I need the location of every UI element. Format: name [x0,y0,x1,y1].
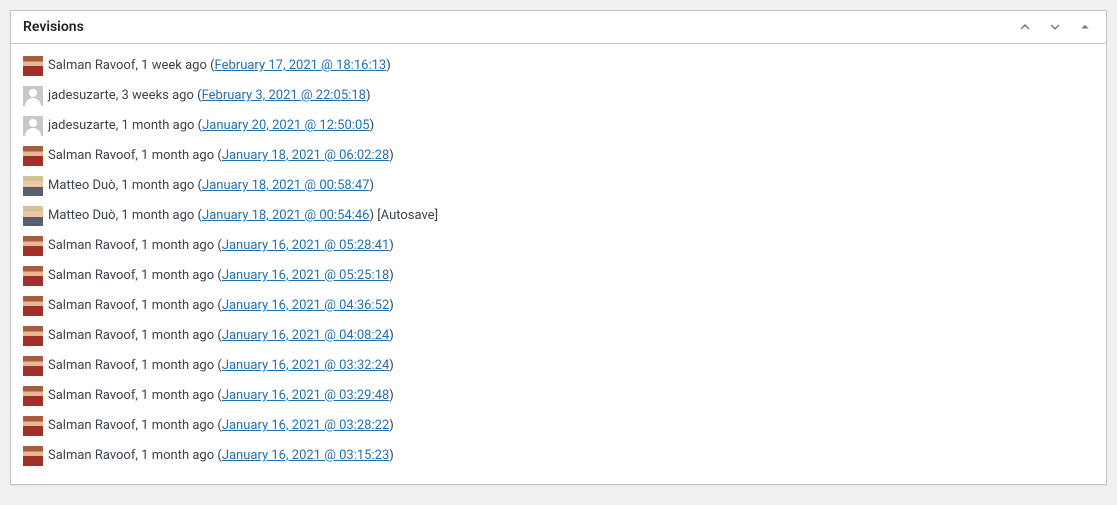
revision-relative-time: 1 month ago [141,358,214,373]
revision-link[interactable]: February 17, 2021 @ 18:16:13 [215,58,387,73]
revision-author: Salman Ravoof [48,358,135,373]
revision-item: jadesuzarte, 3 weeks ago (February 3, 20… [23,82,1094,112]
revision-relative-time: 1 month ago [141,238,214,253]
revision-text: Salman Ravoof, 1 month ago (January 16, … [48,446,394,466]
revision-relative-time: 1 month ago [121,118,194,133]
revision-author: Matteo Duò [48,208,116,223]
revision-author: Salman Ravoof [48,298,135,313]
revision-link[interactable]: January 16, 2021 @ 04:08:24 [222,328,389,343]
revision-text: Matteo Duò, 1 month ago (January 18, 202… [48,206,438,226]
move-down-button[interactable] [1040,14,1070,40]
panel-body: Salman Ravoof, 1 week ago (February 17, … [11,44,1106,484]
revision-text: Salman Ravoof, 1 month ago (January 16, … [48,296,394,316]
revision-text: Salman Ravoof, 1 month ago (January 18, … [48,146,394,166]
revision-author: Salman Ravoof [48,268,135,283]
revision-author: Salman Ravoof [48,418,135,433]
revision-suffix: [Autosave] [374,208,438,223]
avatar [23,236,43,256]
avatar [23,266,43,286]
revision-author: Salman Ravoof [48,148,135,163]
revision-item: Matteo Duò, 1 month ago (January 18, 202… [23,172,1094,202]
avatar [23,386,43,406]
revision-link[interactable]: January 16, 2021 @ 05:25:18 [222,268,389,283]
chevron-down-icon [1046,18,1064,36]
revision-text: Salman Ravoof, 1 month ago (January 16, … [48,266,394,286]
revisions-list: Salman Ravoof, 1 week ago (February 17, … [23,52,1094,472]
revision-link[interactable]: January 16, 2021 @ 04:36:52 [222,298,389,313]
revision-text: Salman Ravoof, 1 month ago (January 16, … [48,236,394,256]
revision-item: Salman Ravoof, 1 month ago (January 16, … [23,322,1094,352]
revisions-panel: Revisions Salman Ravoof, 1 week ago (Feb… [10,10,1107,485]
revision-link[interactable]: January 18, 2021 @ 00:54:46 [202,208,369,223]
revision-item: Salman Ravoof, 1 week ago (February 17, … [23,52,1094,82]
revision-item: Salman Ravoof, 1 month ago (January 16, … [23,232,1094,262]
revision-relative-time: 1 month ago [141,448,214,463]
revision-text: Salman Ravoof, 1 month ago (January 16, … [48,386,394,406]
revision-author: Salman Ravoof [48,328,135,343]
revision-item: Salman Ravoof, 1 month ago (January 18, … [23,142,1094,172]
move-up-button[interactable] [1010,14,1040,40]
panel-title: Revisions [11,11,1010,43]
avatar [23,446,43,466]
avatar [23,206,43,226]
toggle-panel-button[interactable] [1070,14,1100,40]
panel-header: Revisions [11,11,1106,44]
revision-relative-time: 1 month ago [141,328,214,343]
revision-text: Salman Ravoof, 1 month ago (January 16, … [48,416,394,436]
revision-link[interactable]: January 18, 2021 @ 06:02:28 [222,148,389,163]
revision-text: Matteo Duò, 1 month ago (January 18, 202… [48,176,374,196]
revision-text: Salman Ravoof, 1 week ago (February 17, … [48,56,391,76]
revision-relative-time: 3 weeks ago [121,88,193,103]
avatar [23,296,43,316]
caret-up-icon [1076,18,1094,36]
avatar [23,116,43,136]
revision-author: Salman Ravoof [48,388,135,403]
revision-link[interactable]: January 16, 2021 @ 05:28:41 [222,238,389,253]
revision-text: jadesuzarte, 3 weeks ago (February 3, 20… [48,86,370,106]
revision-relative-time: 1 month ago [141,148,214,163]
revision-relative-time: 1 month ago [141,298,214,313]
revision-item: Salman Ravoof, 1 month ago (January 16, … [23,382,1094,412]
panel-actions [1010,14,1106,40]
revision-link[interactable]: January 16, 2021 @ 03:28:22 [222,418,389,433]
revision-author: jadesuzarte [48,118,116,133]
revision-item: jadesuzarte, 1 month ago (January 20, 20… [23,112,1094,142]
revision-text: Salman Ravoof, 1 month ago (January 16, … [48,326,394,346]
revision-text: Salman Ravoof, 1 month ago (January 16, … [48,356,394,376]
avatar [23,326,43,346]
revision-author: Salman Ravoof [48,58,135,73]
avatar [23,356,43,376]
revision-link[interactable]: February 3, 2021 @ 22:05:18 [202,88,366,103]
revision-relative-time: 1 month ago [141,268,214,283]
avatar [23,176,43,196]
revision-relative-time: 1 month ago [141,388,214,403]
revision-link[interactable]: January 16, 2021 @ 03:15:23 [222,448,389,463]
revision-text: jadesuzarte, 1 month ago (January 20, 20… [48,116,374,136]
revision-item: Salman Ravoof, 1 month ago (January 16, … [23,262,1094,292]
revision-author: Salman Ravoof [48,448,135,463]
revision-relative-time: 1 month ago [121,208,194,223]
avatar [23,86,43,106]
revision-author: Salman Ravoof [48,238,135,253]
revision-relative-time: 1 week ago [141,58,207,73]
revision-author: Matteo Duò [48,178,116,193]
revision-link[interactable]: January 18, 2021 @ 00:58:47 [202,178,369,193]
avatar [23,146,43,166]
revision-author: jadesuzarte [48,88,116,103]
revision-item: Salman Ravoof, 1 month ago (January 16, … [23,352,1094,382]
chevron-up-icon [1016,18,1034,36]
revision-relative-time: 1 month ago [141,418,214,433]
revision-link[interactable]: January 20, 2021 @ 12:50:05 [202,118,369,133]
revision-link[interactable]: January 16, 2021 @ 03:29:48 [222,388,389,403]
revision-item: Matteo Duò, 1 month ago (January 18, 202… [23,202,1094,232]
revision-item: Salman Ravoof, 1 month ago (January 16, … [23,292,1094,322]
revision-relative-time: 1 month ago [121,178,194,193]
revision-item: Salman Ravoof, 1 month ago (January 16, … [23,412,1094,442]
avatar [23,56,43,76]
revision-link[interactable]: January 16, 2021 @ 03:32:24 [222,358,389,373]
avatar [23,416,43,436]
revision-item: Salman Ravoof, 1 month ago (January 16, … [23,442,1094,472]
